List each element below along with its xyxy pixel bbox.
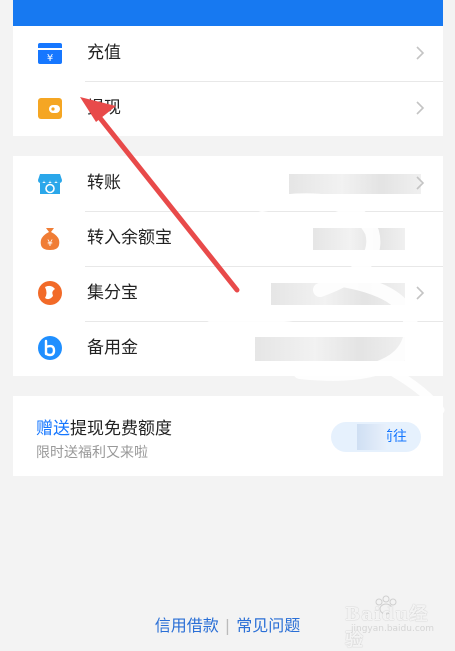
top-header-bar	[13, 0, 443, 26]
chevron-right-icon	[416, 176, 425, 190]
menu-item-transfer[interactable]: 转账	[13, 156, 443, 211]
promo-card[interactable]: 赠送提现免费额度 限时送福利又来啦 前往	[13, 396, 443, 476]
faq-link[interactable]: 常见问题	[236, 616, 300, 635]
money-bag-icon: ¥	[40, 228, 60, 250]
svg-text:¥: ¥	[47, 239, 53, 249]
recharge-yuan-icon: ¥	[38, 43, 62, 64]
blurred-account-info	[255, 337, 405, 361]
baidu-jingyan-watermark: Baidu经验 jingyan.baidu.com	[331, 595, 435, 651]
wallet-icon	[38, 98, 62, 119]
blurred-account-info	[313, 228, 405, 250]
menu-item-recharge[interactable]: ¥ 充值	[13, 26, 443, 81]
promo-title-accent: 赠送	[36, 419, 70, 439]
blurred-account-info	[289, 174, 421, 194]
menu-item-withdraw[interactable]: 提现	[13, 81, 443, 136]
menu-item-label: 提现	[87, 98, 121, 118]
footer-separator: |	[224, 616, 231, 635]
transfer-shop-icon	[38, 174, 62, 194]
recharge-withdraw-card: ¥ 充值 提现	[13, 26, 443, 136]
menu-item-label: 转账	[87, 173, 121, 193]
menu-item-label: 充值	[87, 43, 121, 63]
points-icon	[38, 281, 62, 305]
promo-title: 赠送提现免费额度	[36, 414, 172, 439]
balance-page: ¥ 充值 提现 转账 ¥ 转入余额宝 集分宝 备用金 赠送提现免费额度 限时送福…	[0, 0, 455, 651]
menu-item-label: 备用金	[87, 338, 138, 358]
menu-item-label: 转入余额宝	[87, 228, 172, 248]
blurred-button-part	[357, 424, 387, 450]
letter-b-icon	[38, 336, 62, 360]
chevron-right-icon	[416, 46, 425, 60]
promo-title-rest: 提现免费额度	[70, 419, 172, 439]
watermark-url: jingyan.baidu.com	[351, 624, 435, 634]
menu-item-points[interactable]: 集分宝	[13, 266, 443, 321]
promo-subtitle: 限时送福利又来啦	[36, 445, 148, 461]
svg-text:¥: ¥	[47, 53, 53, 64]
chevron-right-icon	[416, 286, 425, 300]
menu-item-label: 集分宝	[87, 283, 138, 303]
menu-item-yuebao[interactable]: ¥ 转入余额宝	[13, 211, 443, 266]
chevron-right-icon	[416, 101, 425, 115]
transfer-services-card: 转账 ¥ 转入余额宝 集分宝 备用金	[13, 156, 443, 376]
credit-loan-link[interactable]: 信用借款	[155, 616, 219, 635]
blurred-account-info	[271, 283, 405, 305]
menu-item-reserve-fund[interactable]: 备用金	[13, 321, 443, 376]
